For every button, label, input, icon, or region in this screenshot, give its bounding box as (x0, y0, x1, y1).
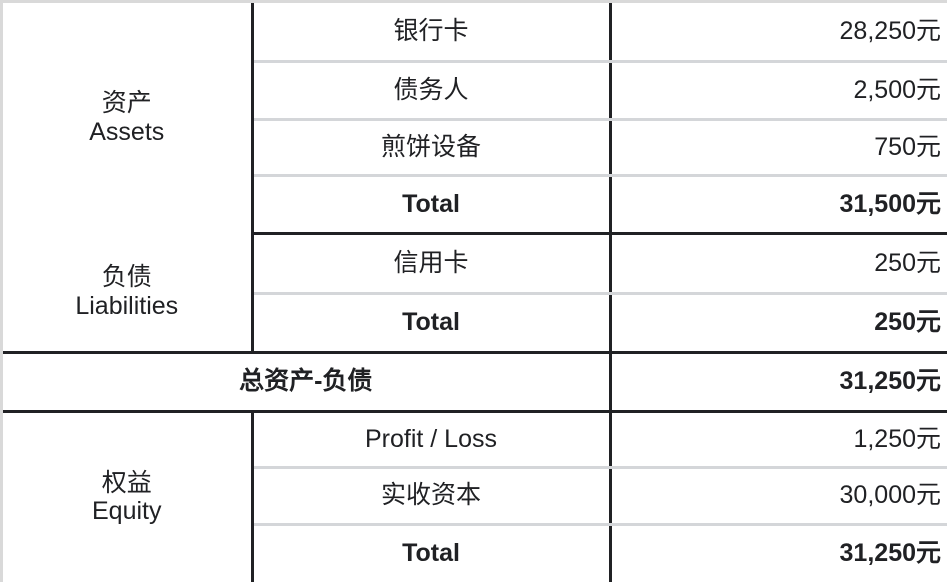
table-row: 负债 Liabilities 信用卡 250元 (3, 233, 947, 354)
section-total-label: Total (252, 524, 612, 582)
net-assets-value: 31,250元 (610, 352, 947, 413)
category-cell-equity: 权益 Equity (3, 411, 254, 582)
item-name-cell: 煎饼设备 (252, 119, 612, 177)
section-total-label: Total (252, 293, 612, 354)
section-total-value: 31,500元 (610, 175, 947, 235)
table-row-net-assets: 总资产-负债 31,250元 (3, 352, 947, 413)
category-label-cn: 资产 (101, 89, 152, 118)
spreadsheet-canvas: 资产 Assets 银行卡 28,250元 债务人 2,500元 煎饼设备 75… (0, 0, 947, 582)
item-value-cell: 750元 (610, 119, 947, 177)
item-name-cell: Profit / Loss (252, 411, 612, 469)
category-label-en: Equity (92, 497, 162, 526)
category-label-en: Assets (89, 118, 165, 146)
section-total-value: 250元 (610, 293, 947, 354)
category-label-cn: 权益 (101, 468, 152, 497)
table-row: 权益 Equity Profit / Loss 1,250元 (3, 411, 947, 582)
category-label-cn: 负债 (101, 263, 152, 291)
item-name-cell: 债务人 (252, 61, 612, 121)
balance-sheet-table: 资产 Assets 银行卡 28,250元 债务人 2,500元 煎饼设备 75… (3, 3, 947, 582)
category-cell-assets: 资产 Assets (3, 3, 254, 233)
item-value-cell: 30,000元 (610, 467, 947, 526)
category-label-en: Liabilities (75, 291, 179, 320)
item-name-cell: 实收资本 (252, 467, 612, 526)
item-value-cell: 28,250元 (610, 3, 947, 63)
category-cell-liabilities: 负债 Liabilities (3, 233, 254, 354)
section-total-value: 31,250元 (610, 524, 947, 582)
net-assets-label: 总资产-负债 (3, 352, 612, 413)
item-value-cell: 2,500元 (610, 61, 947, 121)
item-name-cell: 信用卡 (252, 233, 612, 295)
section-total-label: Total (252, 175, 612, 235)
item-name-cell: 银行卡 (252, 3, 612, 63)
item-value-cell: 1,250元 (610, 411, 947, 469)
table-row: 资产 Assets 银行卡 28,250元 (3, 3, 947, 233)
item-value-cell: 250元 (610, 233, 947, 295)
